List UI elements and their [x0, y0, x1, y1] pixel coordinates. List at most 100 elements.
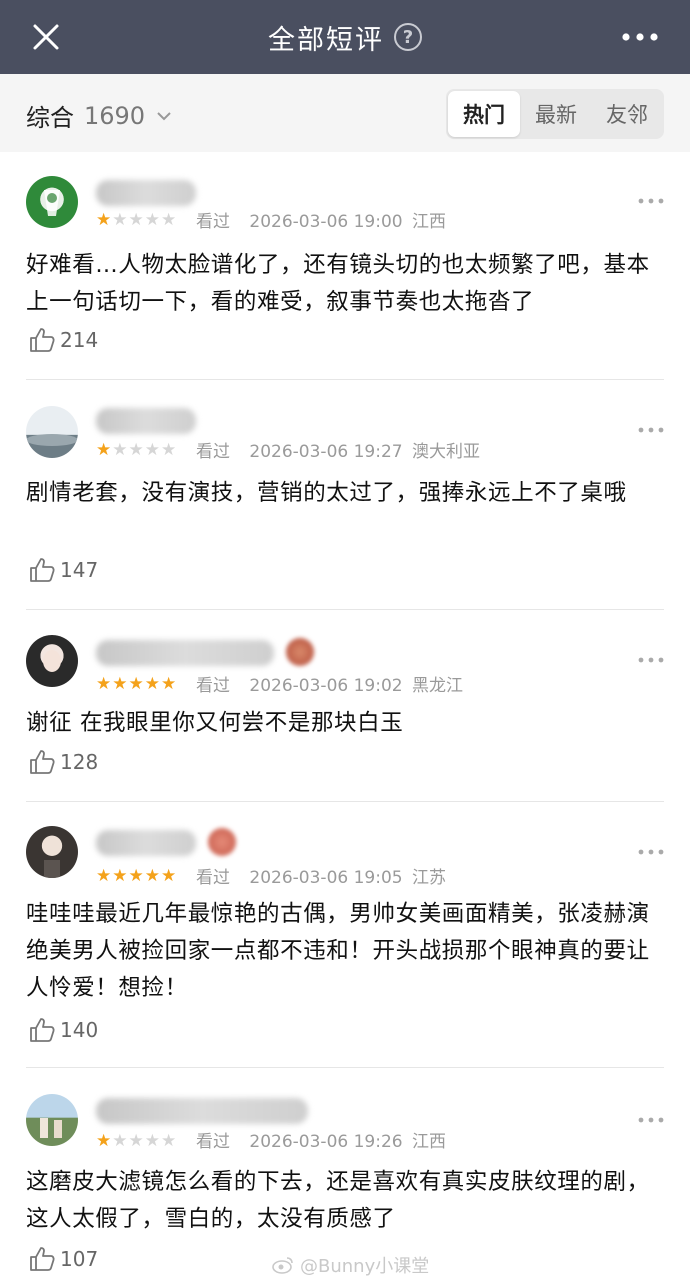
avatar[interactable]	[26, 1094, 78, 1146]
weibo-logo-icon	[272, 1257, 293, 1274]
tab-hot[interactable]: 热门	[448, 91, 520, 137]
star-icon: ★	[161, 674, 177, 694]
star-icon: ★	[96, 440, 112, 460]
username-blurred[interactable]	[96, 1098, 308, 1124]
comment-meta: 看过 2026-03-06 19:26 江西	[196, 1132, 460, 1152]
like-button[interactable]: 128	[28, 748, 98, 776]
more-options-icon[interactable]	[638, 848, 664, 856]
watch-status: 看过	[196, 676, 230, 696]
star-icon: ★	[161, 866, 177, 886]
comment-item: ★ ★ ★ ★ ★ 看过 2026-03-06 19:27 澳大利亚 剧情老套，…	[0, 380, 690, 610]
star-icon: ★	[161, 210, 177, 230]
thumbs-up-icon	[30, 750, 55, 774]
comment-meta: 看过 2026-03-06 19:05 江苏	[196, 868, 460, 888]
comment-text: 这磨皮大滤镜怎么看的下去，还是喜欢有真实皮肤纹理的剧，这人太假了，雪白的，太没有…	[26, 1169, 650, 1232]
watermark: @Bunny小课堂	[272, 1252, 429, 1278]
watch-status: 看过	[196, 868, 230, 888]
star-icon: ★	[96, 866, 112, 886]
comment-datetime: 2026-03-06 19:27	[249, 442, 403, 462]
comment-location: 江苏	[412, 868, 447, 888]
comment-location: 江西	[412, 1132, 447, 1152]
like-count: 147	[60, 558, 99, 582]
comment-datetime: 2026-03-06 19:02	[249, 676, 403, 696]
like-count: 107	[60, 1247, 99, 1271]
rating-stars: ★ ★ ★ ★ ★	[96, 210, 176, 230]
watermark-text: @Bunny小课堂	[300, 1256, 430, 1277]
username-blurred[interactable]	[96, 640, 274, 666]
filter-bar: 综合 1690 热门 最新 友邻	[0, 74, 690, 152]
like-button[interactable]: 214	[28, 326, 98, 354]
star-icon: ★	[112, 440, 128, 460]
more-horizontal-icon[interactable]	[620, 26, 660, 48]
user-badge-icon	[286, 638, 314, 666]
review-count: 1690	[84, 101, 146, 130]
star-icon: ★	[96, 674, 112, 694]
comment-datetime: 2026-03-06 19:26	[249, 1132, 403, 1152]
rating-stars: ★ ★ ★ ★ ★	[96, 1131, 176, 1151]
avatar[interactable]	[26, 635, 78, 687]
star-icon: ★	[128, 1131, 144, 1151]
watch-status: 看过	[196, 1132, 230, 1152]
star-icon: ★	[161, 1131, 177, 1151]
username-blurred[interactable]	[96, 408, 196, 434]
star-icon: ★	[144, 440, 160, 460]
tab-group: 热门 最新 友邻	[446, 89, 664, 139]
comment-item: ★ ★ ★ ★ ★ 看过 2026-03-06 19:00 江西 好难看…人物太…	[0, 152, 690, 380]
like-count: 128	[60, 750, 99, 774]
like-count: 214	[60, 328, 99, 352]
sort-label: 综合	[26, 104, 74, 132]
watch-status: 看过	[196, 212, 230, 232]
thumbs-up-icon	[30, 328, 55, 352]
comment-meta: 看过 2026-03-06 19:27 澳大利亚	[196, 442, 494, 462]
comment-item: ★ ★ ★ ★ ★ 看过 2026-03-06 19:02 黑龙江 谢征 在我眼…	[0, 610, 690, 802]
username-blurred[interactable]	[96, 830, 196, 856]
star-icon: ★	[112, 674, 128, 694]
user-badge-icon	[208, 828, 236, 856]
comment-text: 好难看…人物太脸谱化了，还有镜头切的也太频繁了吧，基本上一句话切一下，看的难受，…	[26, 252, 650, 315]
tab-latest[interactable]: 最新	[522, 89, 590, 139]
star-icon: ★	[96, 1131, 112, 1151]
more-options-icon[interactable]	[638, 197, 664, 205]
avatar[interactable]	[26, 406, 78, 458]
more-options-icon[interactable]	[638, 656, 664, 664]
star-icon: ★	[144, 210, 160, 230]
top-bar: 全部短评 ?	[0, 0, 690, 74]
star-icon: ★	[144, 674, 160, 694]
sort-dropdown[interactable]: 综合 1690	[26, 98, 173, 133]
like-button[interactable]: 140	[28, 1016, 98, 1044]
comment-meta: 看过 2026-03-06 19:02 黑龙江	[196, 676, 477, 696]
star-icon: ★	[112, 210, 128, 230]
more-options-icon[interactable]	[638, 426, 664, 434]
username-blurred[interactable]	[96, 180, 196, 206]
like-button[interactable]: 147	[28, 556, 98, 584]
comment-text: 哇哇哇最近几年最惊艳的古偶，男帅女美画面精美，张凌赫演绝美男人被捡回家一点都不违…	[26, 901, 650, 1001]
star-icon: ★	[128, 866, 144, 886]
star-icon: ★	[144, 866, 160, 886]
comment-item: ★ ★ ★ ★ ★ 看过 2026-03-06 19:26 江西 这磨皮大滤镜怎…	[0, 1068, 690, 1283]
title-group: 全部短评 ?	[0, 0, 690, 74]
thumbs-up-icon	[30, 558, 55, 582]
rating-stars: ★ ★ ★ ★ ★	[96, 866, 176, 886]
comment-datetime: 2026-03-06 19:05	[249, 868, 403, 888]
comment-location: 澳大利亚	[412, 442, 481, 462]
like-count: 140	[60, 1018, 99, 1042]
star-icon: ★	[112, 1131, 128, 1151]
more-options-icon[interactable]	[638, 1116, 664, 1124]
tab-friends[interactable]: 友邻	[592, 89, 662, 139]
help-circle-icon[interactable]: ?	[394, 23, 422, 51]
comment-datetime: 2026-03-06 19:00	[249, 212, 403, 232]
star-icon: ★	[112, 866, 128, 886]
comment-meta: 看过 2026-03-06 19:00 江西	[196, 212, 460, 232]
avatar[interactable]	[26, 826, 78, 878]
chevron-down-icon	[157, 111, 171, 120]
like-button[interactable]: 107	[28, 1245, 98, 1273]
star-icon: ★	[144, 1131, 160, 1151]
thumbs-up-icon	[30, 1018, 55, 1042]
star-icon: ★	[161, 440, 177, 460]
comment-location: 黑龙江	[412, 676, 464, 696]
rating-stars: ★ ★ ★ ★ ★	[96, 674, 176, 694]
rating-stars: ★ ★ ★ ★ ★	[96, 440, 176, 460]
star-icon: ★	[128, 674, 144, 694]
avatar[interactable]	[26, 176, 78, 228]
star-icon: ★	[96, 210, 112, 230]
